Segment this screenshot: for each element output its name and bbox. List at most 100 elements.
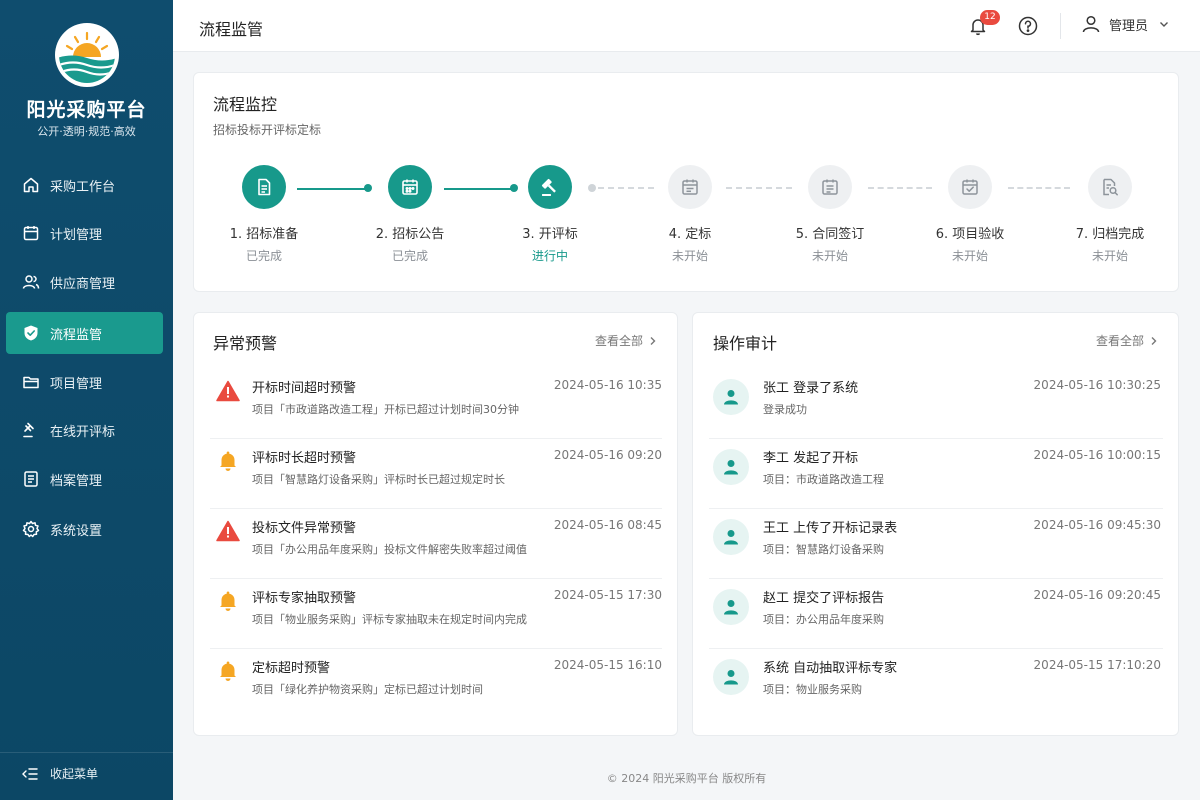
shield-icon (22, 324, 40, 342)
process-monitor-card: 流程监控 招标投标开评标定标 1. 招标准备 已完成 2. 招标公告 已完成 3… (193, 72, 1179, 292)
alert-time: 2024-05-16 09:20 (553, 448, 662, 462)
step-label: 1. 招标准备 (229, 227, 299, 242)
audit-title: 系统 自动抽取评标专家 (763, 661, 898, 676)
audit-time: 2024-05-16 10:00:15 (1033, 448, 1161, 462)
collapse-menu-button[interactable]: 收起菜单 (22, 765, 98, 782)
alert-time: 2024-05-15 17:30 (553, 588, 662, 602)
help-icon (1018, 16, 1038, 36)
step-connector (297, 188, 367, 190)
sidebar-item-label: 供应商管理 (50, 276, 116, 292)
audit-card: 操作审计 查看全部 张工 登录了系统 登录成功 2024-05-16 10:30… (692, 312, 1179, 736)
step-circle (948, 165, 992, 209)
notification-badge: 12 (980, 10, 1000, 25)
audit-item[interactable]: 赵工 提交了评标报告 项目：办公用品年度采购 2024-05-16 09:20:… (709, 579, 1163, 649)
audit-time: 2024-05-16 10:30:25 (1033, 378, 1161, 392)
danger-triangle-icon (216, 379, 240, 403)
sidebar-item-process-supervision[interactable]: 流程监管 (6, 312, 163, 354)
chevron-down-icon (1160, 22, 1169, 27)
alert-item[interactable]: 投标文件异常预警 项目「办公用品年度采购」投标文件解密失败率超过阈值 2024-… (210, 509, 662, 579)
alert-title: 开标时间超时预警 (252, 381, 357, 396)
sidebar-divider (0, 752, 173, 753)
calendar-check-icon (962, 179, 978, 195)
page-title: 流程监管 (199, 20, 264, 39)
step-connector-dot (588, 184, 596, 192)
sidebar-item-settings[interactable]: 系统设置 (6, 508, 163, 550)
user-menu[interactable]: 管理员 (1081, 14, 1170, 34)
audit-desc: 项目：智慧路灯设备采购 (763, 543, 884, 556)
gear-icon (22, 520, 40, 538)
alert-item[interactable]: 开标时间超时预警 项目「市政道路改造工程」开标已超过计划时间30分钟 2024-… (210, 369, 662, 439)
sidebar-item-label: 流程监管 (50, 327, 103, 343)
alert-item[interactable]: 评标专家抽取预警 项目「物业服务采购」评标专家抽取未在规定时间内完成 2024-… (210, 579, 662, 649)
warning-bell-icon (216, 589, 240, 613)
step-label: 7. 归档完成 (1075, 227, 1145, 242)
step-connector-dashed (868, 187, 932, 189)
alerts-card: 异常预警 查看全部 开标时间超时预警 项目「市政道路改造工程」开标已超过计划时间… (193, 312, 678, 736)
audit-desc: 项目：物业服务采购 (763, 683, 862, 696)
file-search-icon (1103, 178, 1118, 196)
step-status: 未开始 (951, 249, 988, 263)
step-status: 未开始 (811, 249, 848, 263)
alert-item[interactable]: 评标时长超时预警 项目「智慧路灯设备采购」评标时长已超过规定时长 2024-05… (210, 439, 662, 509)
alerts-view-all-link[interactable]: 查看全部 (595, 332, 657, 349)
collapse-menu-label: 收起菜单 (50, 767, 99, 781)
contract-icon (822, 179, 838, 195)
step-status: 未开始 (1091, 249, 1128, 263)
sidebar-item-label: 项目管理 (50, 376, 103, 392)
audit-title: 赵工 提交了评标报告 (763, 591, 885, 606)
footer-copyright: © 2024 阳光采购平台 版权所有 (606, 772, 767, 785)
sidebar-item-plan[interactable]: 计划管理 (6, 212, 163, 254)
audit-item[interactable]: 张工 登录了系统 登录成功 2024-05-16 10:30:25 (709, 369, 1163, 439)
alert-time: 2024-05-15 16:10 (553, 658, 662, 672)
step-circle (242, 165, 286, 209)
step-label: 3. 开评标 (522, 227, 578, 242)
collapse-menu-icon (22, 767, 38, 781)
alert-desc: 项目「市政道路改造工程」开标已超过计划时间30分钟 (252, 403, 519, 416)
archive-icon (22, 470, 40, 488)
step-circle (528, 165, 572, 209)
alert-time: 2024-05-16 10:35 (553, 378, 662, 392)
step-label: 5. 合同签订 (795, 227, 865, 242)
audit-desc: 项目：办公用品年度采购 (763, 613, 884, 626)
calendar-icon (22, 224, 40, 242)
step-connector-dashed (1008, 187, 1070, 189)
view-all-label: 查看全部 (1095, 334, 1144, 348)
step-status: 已完成 (391, 249, 428, 263)
warning-bell-icon (216, 449, 240, 473)
alert-item[interactable]: 定标超时预警 项目「绿化养护物资采购」定标已超过计划时间 2024-05-15 … (210, 649, 662, 719)
sidebar-item-workbench[interactable]: 采购工作台 (6, 164, 163, 206)
audit-desc: 项目：市政道路改造工程 (763, 473, 884, 486)
sidebar-item-supplier[interactable]: 供应商管理 (6, 261, 163, 303)
gavel-icon (22, 421, 40, 439)
sidebar-item-project[interactable]: 项目管理 (6, 361, 163, 403)
brand-title: 阳光采购平台 (26, 99, 147, 121)
help-button[interactable] (1016, 14, 1040, 38)
audit-title: 张工 登录了系统 (763, 381, 859, 396)
sidebar-item-label: 系统设置 (50, 523, 103, 539)
audit-title: 王工 上传了开标记录表 (763, 521, 898, 536)
alert-time: 2024-05-16 08:45 (553, 518, 662, 532)
view-all-label: 查看全部 (594, 334, 643, 348)
step-label: 4. 定标 (668, 227, 712, 242)
sidebar-item-archive[interactable]: 档案管理 (6, 458, 163, 500)
brand-subtitle: 公开·透明·规范·高效 (37, 125, 136, 138)
alerts-card-title: 异常预警 (213, 334, 278, 353)
logo (55, 23, 119, 87)
warning-bell-icon (216, 659, 240, 683)
audit-item[interactable]: 系统 自动抽取评标专家 项目：物业服务采购 2024-05-15 17:10:2… (709, 649, 1163, 719)
user-avatar-icon (713, 379, 749, 415)
audit-item[interactable]: 李工 发起了开标 项目：市政道路改造工程 2024-05-16 10:00:15 (709, 439, 1163, 509)
top-header: 流程监管 12 管理员 (173, 0, 1200, 52)
audit-item[interactable]: 王工 上传了开标记录表 项目：智慧路灯设备采购 2024-05-16 09:45… (709, 509, 1163, 579)
step-connector-dashed (726, 187, 792, 189)
user-avatar-icon (713, 589, 749, 625)
process-card-title: 流程监控 (213, 95, 278, 114)
step-circle (808, 165, 852, 209)
user-name: 管理员 (1109, 18, 1149, 34)
audit-title: 李工 发起了开标 (763, 451, 859, 466)
home-icon (22, 176, 40, 194)
sidebar-item-online-bid[interactable]: 在线开评标 (6, 409, 163, 451)
chevron-right-icon (650, 336, 656, 345)
audit-view-all-link[interactable]: 查看全部 (1096, 332, 1158, 349)
audit-time: 2024-05-15 17:10:20 (1033, 658, 1161, 672)
